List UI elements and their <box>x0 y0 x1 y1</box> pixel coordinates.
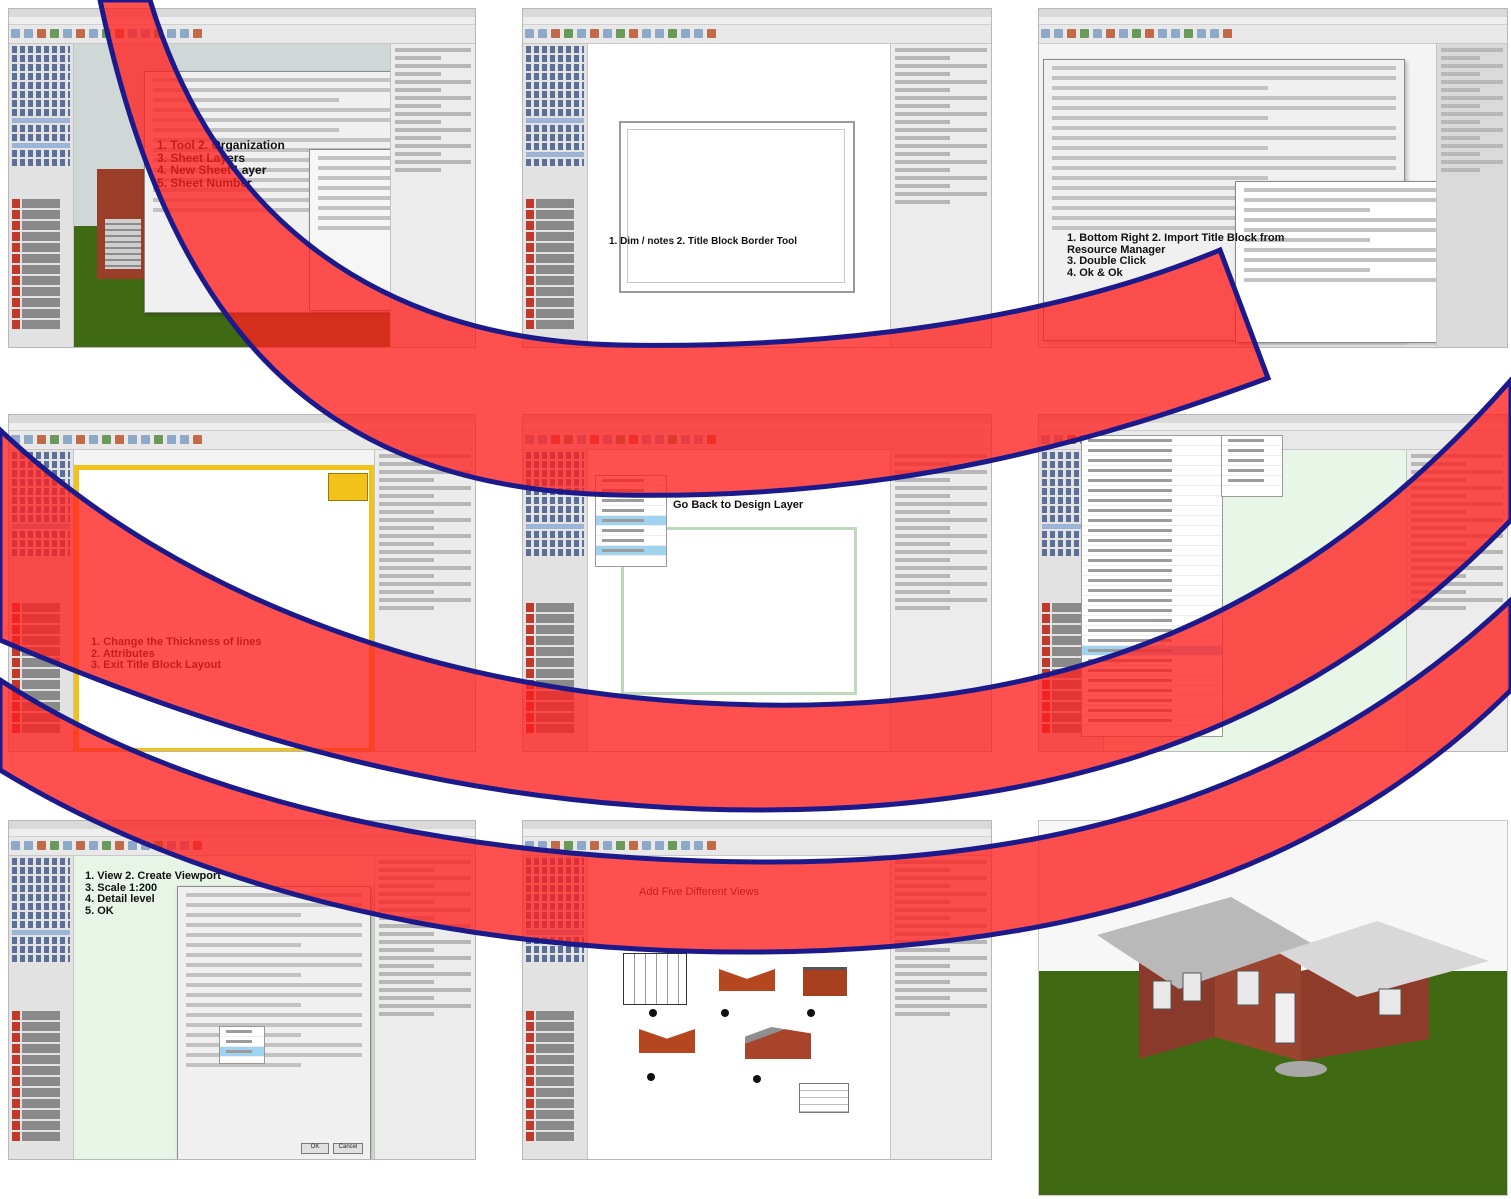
navigation-palette[interactable] <box>374 856 475 1159</box>
view-menu[interactable] <box>1081 435 1223 737</box>
screenshot-panel-7: OK Cancel 1. View 2. Create Viewport 3. … <box>8 820 476 1160</box>
screenshot-panel-2: 1. Dim / notes 2. Title Block Border Too… <box>522 8 992 348</box>
menu-bar[interactable] <box>9 829 475 840</box>
window-titlebar <box>9 821 475 829</box>
navigation-palette[interactable] <box>890 450 991 751</box>
detail-level-dropdown[interactable] <box>219 1026 265 1064</box>
viewport-marker <box>649 1009 657 1017</box>
viewport-floor-plan <box>623 953 687 1005</box>
title-block-layout-area <box>74 465 374 751</box>
window-left-2 <box>1182 972 1202 1002</box>
window-front <box>1236 970 1260 1006</box>
exit-title-block-layout-button[interactable] <box>328 473 368 501</box>
menu-bar[interactable] <box>523 17 991 28</box>
view-toolbar[interactable] <box>9 25 475 44</box>
garage-door <box>105 219 141 269</box>
window-titlebar <box>1039 9 1507 17</box>
screenshot-panel-5: Go Back to Design Layer <box>522 414 992 752</box>
title-block-inner <box>627 129 845 283</box>
sheet-with-viewports <box>588 856 891 1159</box>
view-toolbar[interactable] <box>9 837 475 856</box>
panel-5-caption: Go Back to Design Layer <box>673 499 804 511</box>
viewport-marker <box>807 1009 815 1017</box>
screenshot-panel-3: 1. Bottom Right 2. Import Title Block fr… <box>1038 8 1508 348</box>
window-titlebar <box>1039 415 1507 423</box>
navigation-palette[interactable] <box>890 856 991 1159</box>
menu-bar[interactable] <box>523 423 991 434</box>
menu-bar[interactable] <box>1039 17 1507 28</box>
panel-4-caption: 1. Change the Thickness of lines 2. Attr… <box>91 636 262 672</box>
menu-bar[interactable] <box>9 423 475 434</box>
navigation-palette[interactable] <box>1406 450 1507 751</box>
house-render-svg <box>1039 897 1507 1195</box>
tool-palette[interactable] <box>523 44 588 347</box>
menu-bar[interactable] <box>9 17 475 28</box>
navigation-palette[interactable] <box>890 44 991 347</box>
object-info-palette[interactable] <box>390 44 475 347</box>
view-toolbar[interactable] <box>523 431 991 450</box>
screenshot-panel-8: Add Five Different Views <box>522 820 992 1160</box>
door-front <box>1274 992 1296 1044</box>
window-titlebar <box>523 821 991 829</box>
attributes-palette[interactable] <box>374 450 475 751</box>
window-titlebar <box>9 415 475 423</box>
screenshot-panel-1: 1. Tool 2. Organization 3. Sheet Layers … <box>8 8 476 348</box>
screenshot-panel-4: 1. Change the Thickness of lines 2. Attr… <box>8 414 476 752</box>
window-titlebar <box>523 415 991 423</box>
panel-7-caption: 1. View 2. Create Viewport 3. Scale 1:20… <box>85 870 221 917</box>
tool-palette[interactable] <box>9 450 74 751</box>
create-viewport-dialog[interactable] <box>177 886 371 1159</box>
final-3d-render <box>1038 820 1508 1196</box>
view-toolbar[interactable] <box>523 837 991 856</box>
window-right <box>1378 988 1402 1016</box>
layer-dropdown-menu[interactable] <box>595 475 667 567</box>
view-toolbar[interactable] <box>9 431 475 450</box>
panel-8-caption: Add Five Different Views <box>639 886 760 898</box>
menu-bar[interactable] <box>523 829 991 840</box>
panel-1-caption: 1. Tool 2. Organization 3. Sheet Layers … <box>157 138 285 190</box>
tool-palette[interactable] <box>523 450 588 751</box>
viewport-elevation-2 <box>803 967 847 996</box>
dialog-cancel-button[interactable]: Cancel <box>333 1143 363 1154</box>
resource-browser-palette[interactable] <box>1436 44 1507 347</box>
front-step <box>1275 1061 1327 1077</box>
viewport-marker <box>721 1009 729 1017</box>
window-titlebar <box>9 9 475 17</box>
tool-palette[interactable] <box>523 856 588 1159</box>
view-toolbar[interactable] <box>1039 25 1507 44</box>
screenshot-panel-6 <box>1038 414 1508 752</box>
view-submenu[interactable] <box>1221 435 1283 497</box>
panel-3-caption: 1. Bottom Right 2. Import Title Block fr… <box>1067 232 1285 279</box>
window-left-1 <box>1152 980 1172 1010</box>
tool-palette[interactable] <box>9 856 74 1159</box>
tool-palette[interactable] <box>9 44 74 347</box>
panel-2-caption: 1. Dim / notes 2. Title Block Border Too… <box>609 236 797 247</box>
dialog-ok-button[interactable]: OK <box>301 1143 329 1154</box>
viewport-marker <box>647 1073 655 1081</box>
sheet-title-block <box>799 1083 849 1113</box>
menu-bar[interactable] <box>1039 423 1507 434</box>
view-toolbar[interactable] <box>523 25 991 44</box>
window-titlebar <box>523 9 991 17</box>
viewport-marker <box>753 1075 761 1083</box>
